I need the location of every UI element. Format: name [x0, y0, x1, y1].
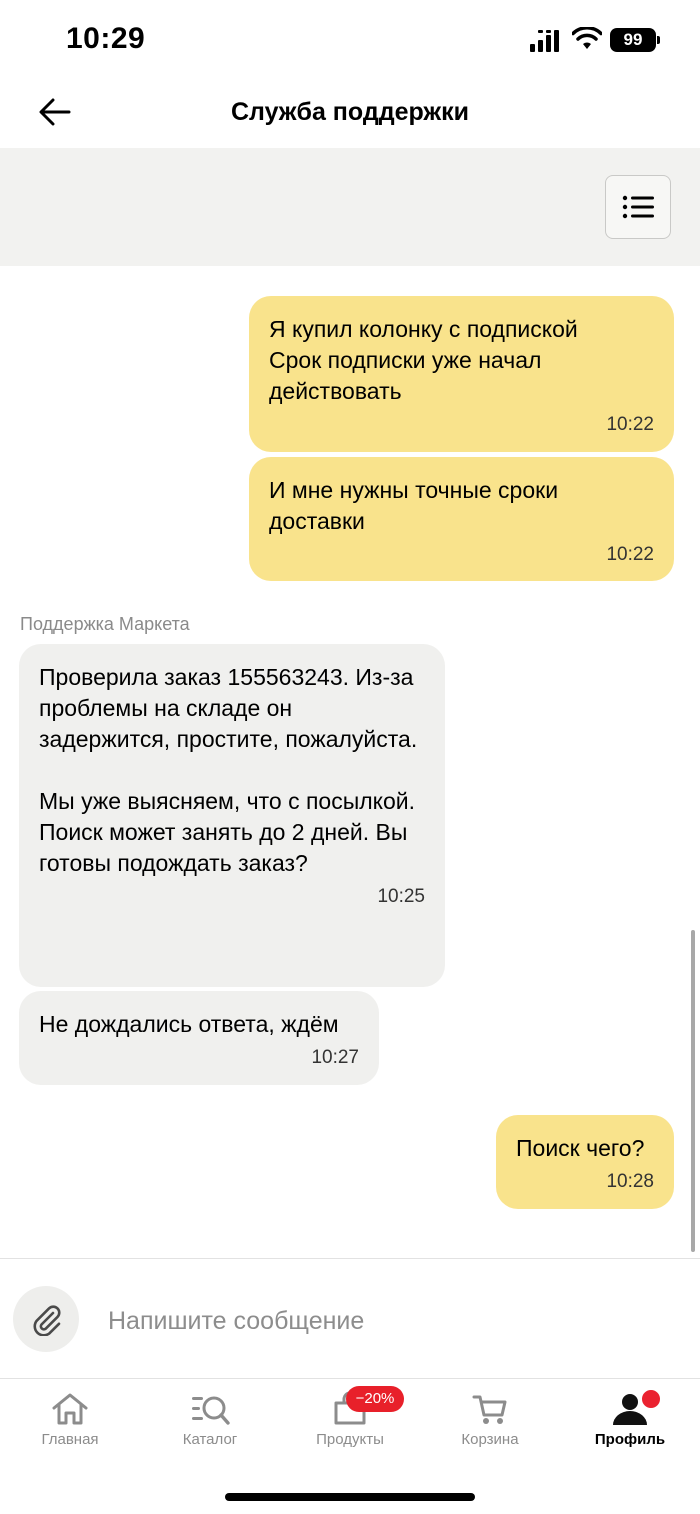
tab-home[interactable]: Главная [0, 1379, 140, 1469]
message-text: Поиск чего? [516, 1135, 645, 1161]
nav-header: Служба поддержки [0, 80, 700, 148]
paperclip-icon [33, 1305, 61, 1336]
message-composer [0, 1258, 700, 1378]
tab-cart[interactable]: Корзина [420, 1379, 560, 1469]
message-text: Не дождались ответа, ждём [39, 1011, 339, 1037]
tab-label: Профиль [594, 1431, 666, 1448]
message-text: Я купил колонку с подпиской Срок подписк… [269, 316, 578, 404]
message-time: 10:22 [606, 544, 654, 565]
message-time: 10:28 [606, 1171, 654, 1192]
message-time: 10:22 [606, 414, 654, 435]
menu-list-button[interactable] [605, 175, 671, 239]
chat-messages: Я купил колонку с подпиской Срок подписк… [0, 266, 700, 1258]
battery-tip [657, 36, 660, 44]
list-icon [622, 195, 654, 219]
attach-button[interactable] [13, 1286, 79, 1352]
battery-indicator: 99 [610, 28, 656, 52]
notification-dot [640, 1388, 662, 1410]
status-bar: 10:29 99 [0, 0, 700, 80]
tab-label: Корзина [461, 1431, 519, 1448]
tab-profile[interactable]: Профиль [560, 1379, 700, 1469]
tab-label: Главная [41, 1431, 99, 1448]
catalog-search-icon [192, 1396, 230, 1425]
message-bubble-outgoing[interactable]: Поиск чего? 10:28 [496, 1115, 674, 1209]
chat-toolbar [0, 148, 700, 266]
tab-label: Продукты [316, 1431, 384, 1448]
tab-catalog[interactable]: Каталог [140, 1379, 280, 1469]
cellular-signal-icon [530, 30, 559, 52]
wifi-icon [572, 27, 602, 49]
sender-name: Поддержка Маркета [20, 614, 190, 634]
message-bubble-incoming[interactable]: Проверила заказ 155563243. Из-за проблем… [19, 644, 445, 987]
message-text: И мне нужны точные сроки доставки [269, 477, 559, 534]
message-bubble-outgoing[interactable]: И мне нужны точные сроки доставки 10:22 [249, 457, 674, 581]
discount-badge: −20% [346, 1386, 404, 1412]
status-time: 10:29 [66, 22, 146, 55]
home-indicator [225, 1493, 475, 1501]
home-icon [52, 1393, 88, 1425]
cart-icon [472, 1395, 507, 1424]
page-title: Служба поддержки [230, 98, 470, 126]
message-input[interactable] [108, 1299, 678, 1343]
message-time: 10:27 [311, 1047, 359, 1068]
message-time: 10:25 [377, 886, 425, 907]
chat-scrollbar[interactable] [691, 930, 695, 1252]
message-bubble-incoming[interactable]: Не дождались ответа, ждём 10:27 [19, 991, 379, 1085]
message-bubble-outgoing[interactable]: Я купил колонку с подпиской Срок подписк… [249, 296, 674, 452]
tab-label: Каталог [182, 1431, 238, 1448]
message-text: Проверила заказ 155563243. Из-за проблем… [39, 664, 418, 876]
